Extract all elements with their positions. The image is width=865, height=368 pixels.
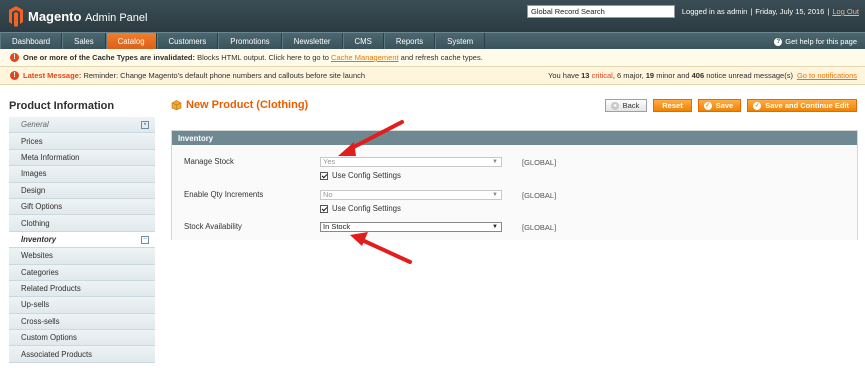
latest-message-label: Latest Message: <box>23 71 82 80</box>
tab-custom-options[interactable]: Custom Options <box>9 330 155 347</box>
nav-catalog[interactable]: Catalog <box>105 33 157 49</box>
tab-design[interactable]: Design <box>9 182 155 199</box>
latest-message-text: Reminder: Change Magento's default phone… <box>81 71 366 80</box>
logged-in-text: Logged in as admin <box>681 7 748 16</box>
dropdown-arrow-icon: ▼ <box>492 224 498 230</box>
dropdown-arrow-icon: ▼ <box>492 159 498 165</box>
tab-associated-products[interactable]: Associated Products <box>9 346 155 363</box>
nav-system[interactable]: System <box>435 33 486 49</box>
tab-prices[interactable]: Prices <box>9 133 155 150</box>
sidebar-title: Product Information <box>9 100 115 112</box>
product-tabs: General ▪ Prices Meta Information Images … <box>9 117 155 363</box>
cache-management-link[interactable]: Cache Management <box>331 53 399 62</box>
nav-cms[interactable]: CMS <box>342 33 384 49</box>
checkbox-checked[interactable] <box>320 204 328 213</box>
nav-sales[interactable]: Sales <box>62 33 106 49</box>
notifications-link[interactable]: Go to notifications <box>797 71 857 80</box>
logo-sub-text: Admin Panel <box>85 11 148 24</box>
error-icon: ! <box>10 53 19 62</box>
help-icon: ? <box>774 37 783 46</box>
cache-message-prefix: One or more of the Cache Types are inval… <box>23 53 195 62</box>
save-button[interactable]: ✓ Save <box>697 99 742 112</box>
nav-customers[interactable]: Customers <box>156 33 219 49</box>
cache-message: ! One or more of the Cache Types are inv… <box>0 49 865 67</box>
page-title: New Product (Clothing) <box>186 99 309 111</box>
dropdown-arrow-icon: ▼ <box>492 192 498 198</box>
help-text: Get help for this page <box>785 37 857 46</box>
logo-main-text: Magento <box>28 8 82 24</box>
cache-message-suffix: and refresh cache types. <box>398 53 483 62</box>
tab-clothing[interactable]: Clothing <box>9 215 155 232</box>
critical-link[interactable]: critical <box>592 71 613 80</box>
annotation-arrow-icon <box>350 232 412 264</box>
cache-message-text: Blocks HTML output. Click here to go to <box>195 53 332 62</box>
enable-qty-use-config[interactable]: Use Config Settings <box>320 204 401 213</box>
back-button[interactable]: ◂ Back <box>604 99 648 112</box>
check-icon: ✓ <box>703 101 712 110</box>
manage-stock-use-config[interactable]: Use Config Settings <box>320 171 401 180</box>
inventory-header: Inventory <box>172 131 857 145</box>
action-buttons: ◂ Back Reset ✓ Save ✓ Save and Continue Edi… <box>599 99 857 112</box>
scope-label: [GLOBAL] <box>522 191 557 200</box>
annotation-arrow-icon <box>338 120 404 156</box>
date-text: Friday, July 15, 2016 <box>755 7 825 16</box>
logout-link[interactable]: Log Out <box>832 7 859 16</box>
tab-meta-information[interactable]: Meta Information <box>9 149 155 167</box>
global-search-input[interactable]: Global Record Search <box>527 5 675 18</box>
product-box-icon <box>171 100 182 110</box>
nav-newsletter[interactable]: Newsletter <box>281 33 343 49</box>
magento-logo-icon <box>9 6 23 27</box>
main-nav: Dashboard Sales Catalog Customers Promot… <box>0 32 865 49</box>
tab-cross-sells[interactable]: Cross-sells <box>9 313 155 331</box>
checkbox-checked[interactable] <box>320 171 328 180</box>
tab-related-products[interactable]: Related Products <box>9 280 155 298</box>
manage-stock-label: Manage Stock <box>184 157 234 166</box>
help-link[interactable]: ? Get help for this page <box>774 37 857 46</box>
content-header: New Product (Clothing) ◂ Back Reset ✓ Save… <box>171 99 857 117</box>
tab-up-sells[interactable]: Up-sells <box>9 297 155 314</box>
nav-reports[interactable]: Reports <box>383 33 436 49</box>
tab-gift-options[interactable]: Gift Options <box>9 198 155 216</box>
tab-images[interactable]: Images <box>9 166 155 183</box>
inventory-fieldset: Inventory Manage Stock Yes ▼ [GLOBAL] Use… <box>171 130 858 240</box>
stock-availability-label: Stock Availability <box>184 222 242 231</box>
scope-label: [GLOBAL] <box>522 158 557 167</box>
error-icon: ! <box>10 71 19 80</box>
reset-button[interactable]: Reset <box>653 99 692 112</box>
notice-summary: You have 13 critical, 6 major, 19 minor … <box>548 71 857 80</box>
admin-header: Magento Admin Panel Global Record Search… <box>0 0 865 32</box>
enable-qty-select[interactable]: No ▼ <box>320 190 502 200</box>
tab-websites[interactable]: Websites <box>9 248 155 265</box>
enable-qty-label: Enable Qty Increments <box>184 190 264 199</box>
collapse-icon: − <box>141 235 149 244</box>
latest-message: ! Latest Message: Reminder: Change Magen… <box>0 67 865 85</box>
magento-logo[interactable]: Magento Admin Panel <box>8 5 147 27</box>
changed-icon: ▪ <box>141 121 149 129</box>
scope-label: [GLOBAL] <box>522 223 557 232</box>
nav-promotions[interactable]: Promotions <box>218 33 282 49</box>
tab-general[interactable]: General ▪ <box>9 117 155 134</box>
save-continue-button[interactable]: ✓ Save and Continue Edit <box>747 99 857 112</box>
nav-dashboard[interactable]: Dashboard <box>0 33 63 49</box>
tab-categories[interactable]: Categories <box>9 264 155 281</box>
back-icon: ◂ <box>610 101 619 110</box>
header-links: Logged in as admin | Friday, July 15, 2016… <box>681 7 859 16</box>
check-icon: ✓ <box>753 101 762 110</box>
tab-inventory[interactable]: Inventory − <box>9 231 155 249</box>
